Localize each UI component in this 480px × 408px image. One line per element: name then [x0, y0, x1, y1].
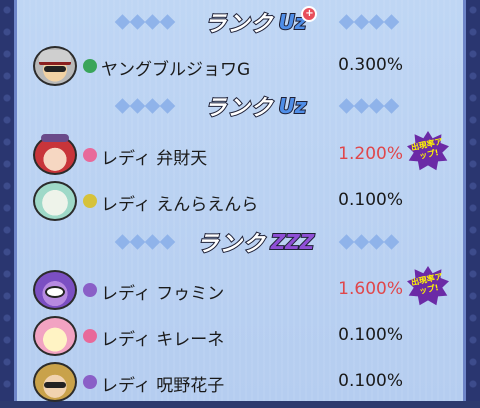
- yokai-name: レディ キレーネ: [101, 330, 225, 350]
- yokai-name: レディ 呪野花子: [101, 376, 225, 396]
- rank-uz-plus-header: ランク Uz +: [114, 4, 400, 40]
- game-screen: ランク Uz + ヤングブルジョワG 0.300% ランク Uz レディ 弁財天…: [0, 0, 480, 402]
- diamond-decoration: [338, 234, 400, 250]
- left-border: [0, 0, 14, 401]
- appearance-rate: 0.300%: [338, 55, 403, 75]
- eye-icon: [83, 283, 97, 297]
- clover-icon: [83, 59, 97, 73]
- appearance-rate: 0.100%: [338, 325, 403, 345]
- yokai-avatar-lady-benzaiten: [33, 134, 77, 175]
- rank-zzz-badge: ZZZ: [270, 229, 315, 255]
- yokai-row[interactable]: ヤングブルジョワG 0.300%: [33, 46, 453, 92]
- plus-icon: +: [301, 6, 318, 22]
- yokai-row[interactable]: レディ えんらえんら 0.100%: [33, 181, 453, 227]
- heart-icon: [83, 329, 97, 343]
- yokai-row[interactable]: レディ キレーネ 0.100%: [33, 316, 453, 362]
- yokai-row[interactable]: レディ フゥミン 1.600% 出現率アップ!: [33, 266, 453, 316]
- rank-zzz-header: ランク ZZZ: [114, 224, 400, 260]
- bulb-icon: [83, 194, 97, 208]
- heart-icon: [83, 148, 97, 162]
- diamond-decoration: [114, 234, 176, 250]
- yokai-avatar-young-bourgeois: [33, 46, 77, 86]
- yokai-row[interactable]: レディ 弁財天 1.200% 出現率アップ!: [33, 131, 453, 181]
- rank-label: ランク: [196, 231, 266, 258]
- diamond-decoration: [114, 98, 176, 114]
- appearance-rate: 0.100%: [338, 190, 403, 210]
- right-border: [466, 0, 480, 401]
- yokai-avatar-lady-noroino-hanako: [33, 362, 77, 402]
- yokai-name: レディ えんらえんら: [101, 195, 259, 215]
- yokai-name: ヤングブルジョワG: [101, 60, 251, 80]
- rank-uz-badge: Uz: [278, 93, 308, 119]
- diamond-decoration: [114, 14, 176, 30]
- appearance-rate-up: 1.600%: [338, 279, 403, 299]
- yokai-avatar-lady-fumin: [33, 270, 77, 310]
- rank-uz-plus-badge: Uz +: [276, 6, 318, 35]
- appearance-rate: 0.100%: [338, 371, 403, 391]
- eye-icon: [83, 375, 97, 389]
- rank-uz-header: ランク Uz: [114, 88, 400, 124]
- rate-up-badge: 出現率アップ!: [407, 266, 449, 306]
- yokai-name: レディ フゥミン: [101, 284, 225, 304]
- rate-up-badge: 出現率アップ!: [407, 131, 449, 171]
- odds-panel[interactable]: ランク Uz + ヤングブルジョワG 0.300% ランク Uz レディ 弁財天…: [14, 0, 466, 402]
- yokai-name: レディ 弁財天: [101, 149, 208, 169]
- yokai-avatar-lady-enraenra: [33, 181, 77, 221]
- appearance-rate-up: 1.200%: [338, 144, 403, 164]
- rank-label: ランク: [204, 11, 274, 38]
- diamond-decoration: [338, 98, 400, 114]
- rank-label: ランク: [204, 95, 274, 122]
- diamond-decoration: [338, 14, 400, 30]
- yokai-row[interactable]: レディ 呪野花子 0.100%: [33, 362, 453, 408]
- yokai-avatar-lady-kirene: [33, 316, 77, 356]
